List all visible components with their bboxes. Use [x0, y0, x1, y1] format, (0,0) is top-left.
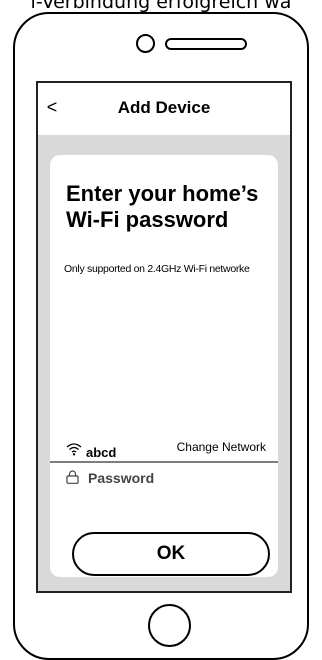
heading-line-1: Enter your home’s — [66, 181, 259, 206]
speaker-icon — [165, 38, 247, 50]
phone-screen: < Add Device Enter your home’s Wi-Fi pas… — [36, 81, 292, 593]
page-title: Add Device — [117, 98, 211, 117]
home-button[interactable] — [148, 604, 191, 647]
wifi-icon — [66, 443, 82, 456]
password-input[interactable] — [88, 468, 268, 488]
ok-button[interactable]: OK — [72, 532, 270, 576]
wifi-password-card: Enter your home’s Wi-Fi password Only su… — [50, 155, 278, 577]
card-heading: Enter your home’s Wi-Fi password — [66, 181, 280, 233]
heading-line-2: Wi-Fi password — [66, 207, 229, 232]
camera-icon — [136, 34, 155, 53]
password-field[interactable] — [58, 468, 270, 490]
network-name: abcd — [86, 445, 117, 460]
top-bar: < Add Device — [38, 83, 290, 135]
divider — [50, 461, 278, 463]
network-support-note: Only supported on 2.4GHz Wi-Fi networke — [64, 263, 250, 275]
lock-icon — [66, 470, 79, 484]
change-network-link[interactable]: Change Network — [177, 440, 266, 454]
